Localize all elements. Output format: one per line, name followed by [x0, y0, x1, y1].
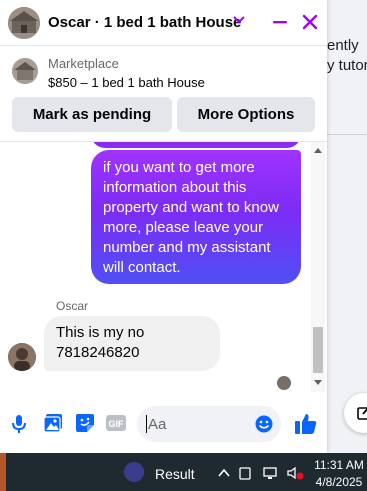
text-cursor — [146, 415, 147, 433]
taskbar: Result 11:31 AM 4/8/2025 — [0, 453, 367, 491]
close-icon[interactable] — [301, 13, 319, 31]
avatar[interactable] — [8, 7, 40, 39]
photo-icon[interactable] — [43, 413, 63, 433]
mark-as-pending-button[interactable]: Mark as pending — [12, 97, 172, 132]
minimize-icon[interactable] — [271, 13, 289, 31]
background-text: y tutor — [327, 57, 367, 74]
chat-window: Oscar · 1 bed 1 bath House Marketplace $… — [0, 0, 327, 453]
emoji-icon[interactable] — [255, 415, 273, 433]
result-app-icon[interactable] — [124, 462, 144, 482]
gif-icon[interactable]: GIF — [106, 415, 126, 431]
scroll-down-arrow-icon[interactable] — [314, 380, 322, 385]
like-icon[interactable] — [295, 413, 317, 434]
message-bubble-incoming: This is my no 7818246820 — [44, 316, 220, 371]
chat-title[interactable]: Oscar · 1 bed 1 bath House — [48, 14, 241, 31]
chevron-down-icon[interactable] — [233, 15, 245, 25]
new-message-icon — [357, 407, 367, 420]
seen-avatar-indicator — [277, 376, 291, 390]
taskbar-time[interactable]: 11:31 AM — [314, 458, 364, 472]
more-options-button[interactable]: More Options — [177, 97, 315, 132]
background-text: ently — [327, 37, 359, 54]
marketplace-panel: Marketplace $850 – 1 bed 1 bath House Ma… — [0, 46, 327, 142]
message-composer: GIF Aa — [0, 392, 327, 453]
message-list[interactable]: if you want to get more information abou… — [0, 142, 327, 392]
svg-text:GIF: GIF — [109, 419, 125, 429]
taskbar-edge — [0, 453, 6, 491]
background-divider — [327, 134, 367, 135]
listing-title[interactable]: $850 – 1 bed 1 bath House — [48, 75, 205, 90]
message-bubble-outgoing — [91, 142, 301, 148]
message-sender: Oscar — [56, 299, 89, 313]
scrollbar-thumb[interactable] — [313, 327, 323, 373]
message-bubble-outgoing: if you want to get more information abou… — [91, 150, 301, 284]
system-tray-icons[interactable] — [216, 465, 312, 481]
marketplace-label: Marketplace — [48, 56, 119, 71]
taskbar-result-label[interactable]: Result — [155, 466, 195, 482]
chat-header: Oscar · 1 bed 1 bath House — [0, 0, 327, 46]
taskbar-date[interactable]: 4/8/2025 — [314, 475, 364, 489]
avatar[interactable] — [8, 343, 36, 371]
sticker-icon[interactable] — [75, 413, 95, 433]
message-input-placeholder: Aa — [148, 416, 167, 433]
scroll-up-arrow-icon[interactable] — [314, 148, 322, 153]
microphone-icon[interactable] — [11, 414, 27, 434]
listing-thumbnail — [12, 58, 38, 84]
